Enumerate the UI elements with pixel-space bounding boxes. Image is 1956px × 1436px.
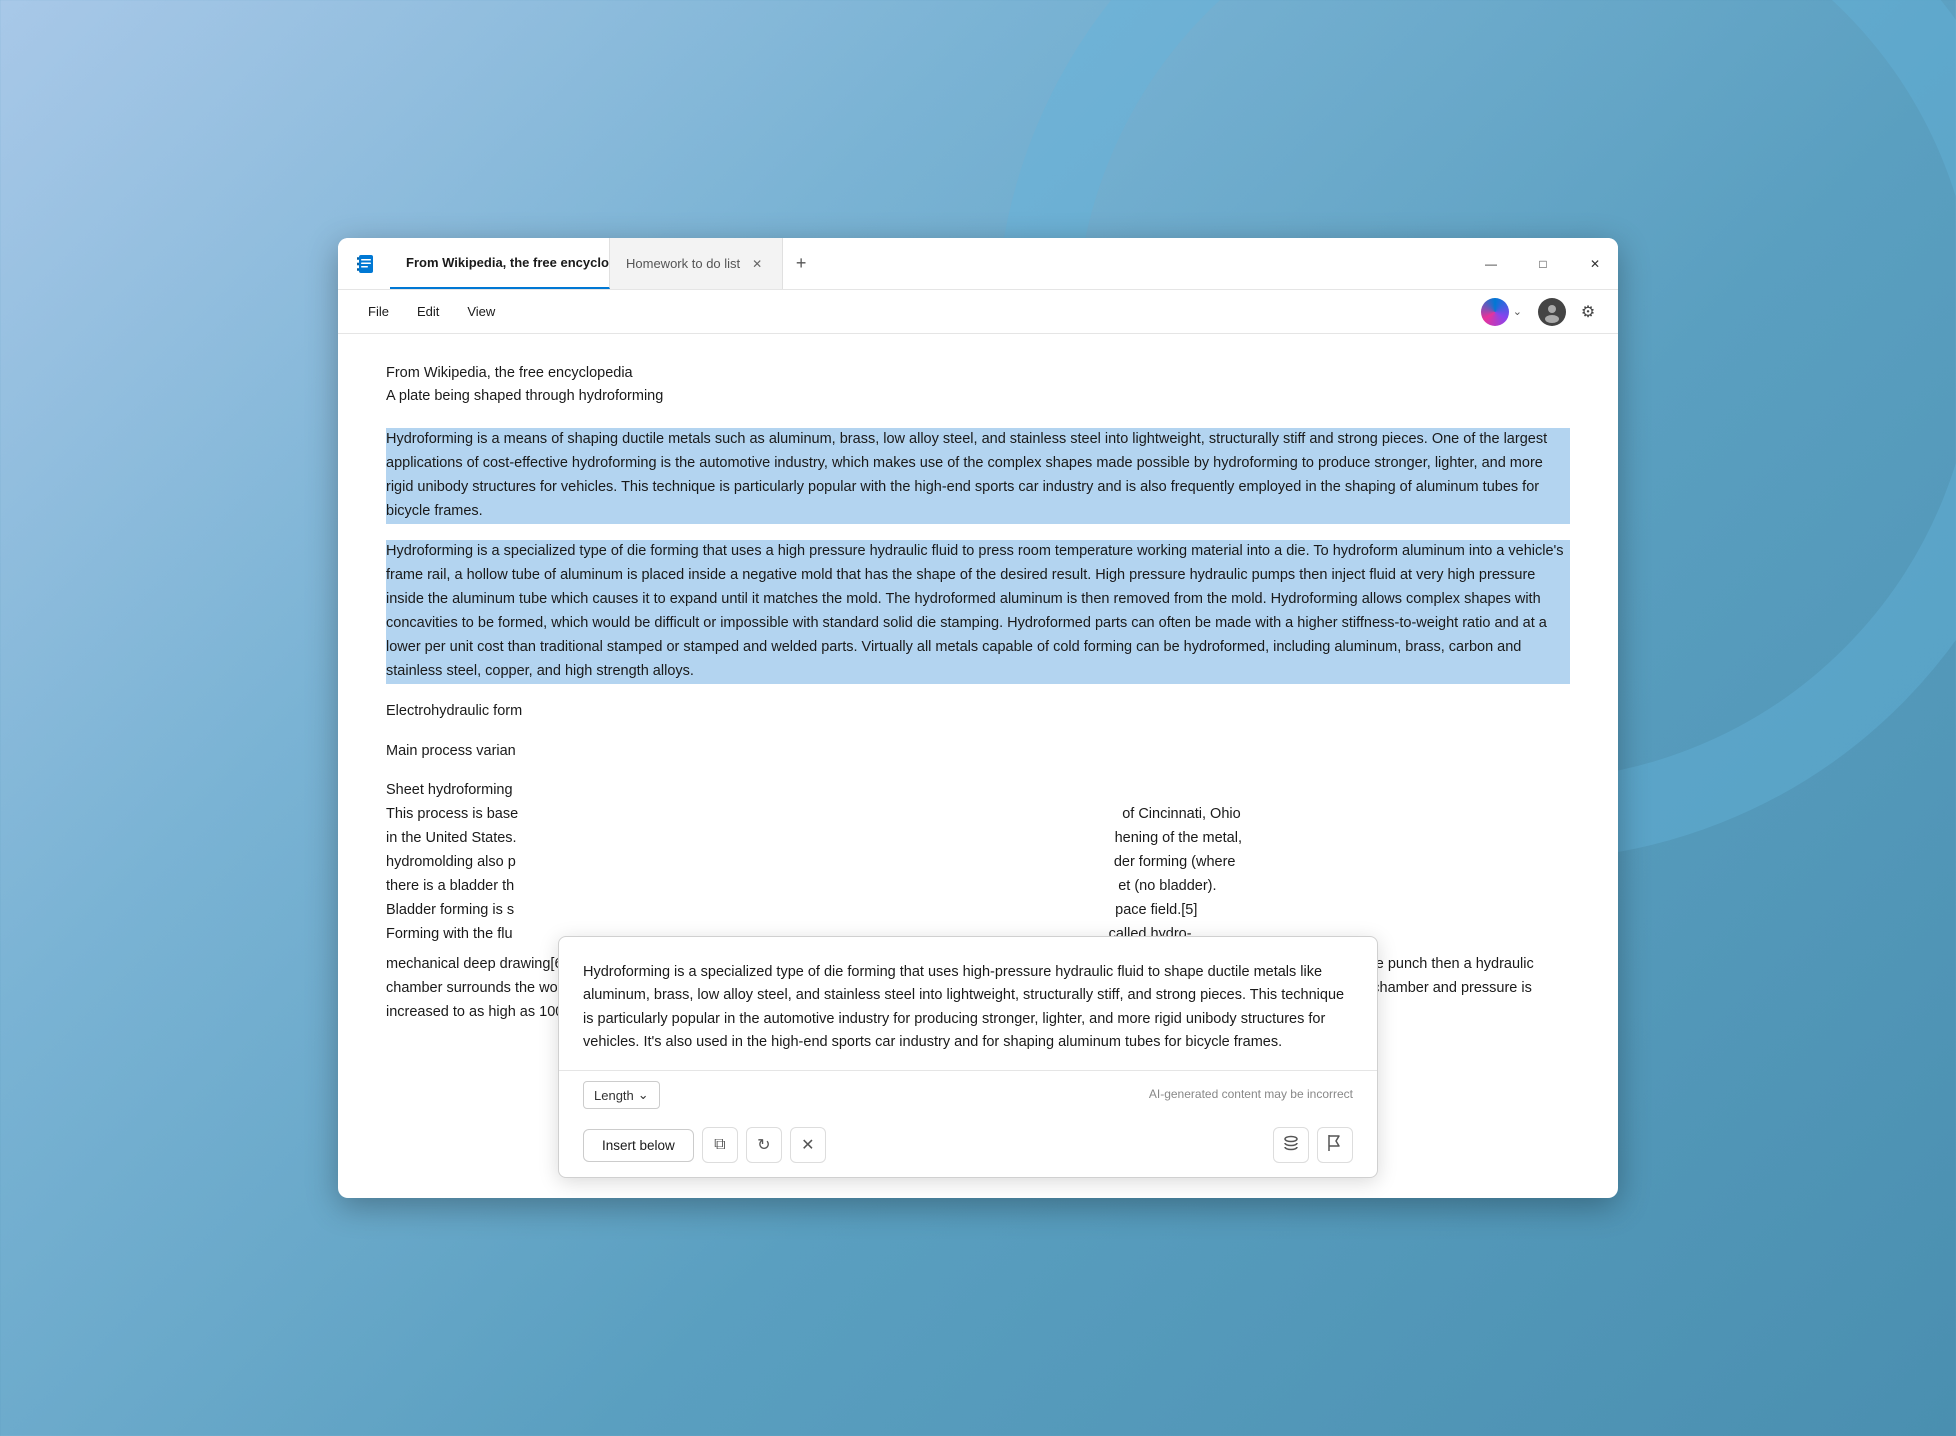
partial-lines-3to9: Sheet hydroforming This process is base … xyxy=(386,779,1570,946)
ai-popup-footer: Length ⌄ AI-generated content may be inc… xyxy=(559,1070,1377,1119)
tabs-area: From Wikipedia, the free encyclop Homewo… xyxy=(390,238,1468,289)
ai-popup-actions: Insert below ⧉ ↻ ✕ xyxy=(559,1119,1377,1177)
para2-selected-text: Hydroforming is a specialized type of di… xyxy=(386,540,1570,684)
menu-view[interactable]: View xyxy=(453,298,509,325)
right-icons-group xyxy=(1273,1127,1353,1163)
flag-icon xyxy=(1327,1134,1343,1157)
user-avatar[interactable] xyxy=(1538,298,1566,326)
insert-below-button[interactable]: Insert below xyxy=(583,1129,694,1162)
partial-suffix6: der forming (where xyxy=(1114,854,1236,870)
header-line2: A plate being shaped through hydroformin… xyxy=(386,385,1570,408)
partial-text-4: This process is base xyxy=(386,806,518,822)
title-bar: From Wikipedia, the free encyclop Homewo… xyxy=(338,238,1618,290)
partial-text-5: in the United States. xyxy=(386,830,517,846)
partial-line2: Main process varian xyxy=(386,740,1570,764)
document-content: From Wikipedia, the free encyclopedia A … xyxy=(338,334,1618,1198)
copy-icon: ⧉ xyxy=(714,1136,725,1154)
app-icon xyxy=(350,248,382,280)
paragraph-2: Hydroforming is a specialized type of di… xyxy=(386,540,1570,684)
doc-header: From Wikipedia, the free encyclopedia A … xyxy=(386,362,1570,408)
window-controls: — □ ✕ xyxy=(1468,238,1618,289)
regenerate-button[interactable]: ↻ xyxy=(746,1127,782,1163)
main-window: From Wikipedia, the free encyclop Homewo… xyxy=(338,238,1618,1198)
length-label: Length xyxy=(594,1088,634,1103)
length-button[interactable]: Length ⌄ xyxy=(583,1081,660,1109)
stack-button[interactable] xyxy=(1273,1127,1309,1163)
copilot-icon xyxy=(1481,298,1509,326)
insert-below-label: Insert below xyxy=(602,1138,675,1153)
maximize-button[interactable]: □ xyxy=(1520,238,1566,289)
ai-popup: Hydroforming is a specialized type of di… xyxy=(558,936,1378,1178)
tab-homework-close[interactable]: ✕ xyxy=(748,255,766,273)
close-icon: ✕ xyxy=(1590,257,1600,271)
ai-disclaimer-text: AI-generated content may be incorrect xyxy=(1149,1085,1353,1104)
copilot-chevron: ⌄ xyxy=(1513,305,1522,318)
para1-selected-text: Hydroforming is a means of shaping ducti… xyxy=(386,428,1570,524)
partial-suffix7: et (no bladder). xyxy=(1118,878,1216,894)
menu-edit[interactable]: Edit xyxy=(403,298,453,325)
tab-homework[interactable]: Homework to do list ✕ xyxy=(610,238,783,289)
menu-file[interactable]: File xyxy=(354,298,403,325)
partial-text-6: hydromolding also p xyxy=(386,854,516,870)
regenerate-icon: ↻ xyxy=(757,1135,770,1155)
header-line1: From Wikipedia, the free encyclopedia xyxy=(386,362,1570,385)
tab-wikipedia-label: From Wikipedia, the free encyclop xyxy=(406,255,610,270)
partial-line1: Electrohydraulic form xyxy=(386,700,1570,724)
length-chevron-icon: ⌄ xyxy=(638,1087,649,1103)
maximize-icon: □ xyxy=(1539,257,1546,271)
partial-text-7: there is a bladder th xyxy=(386,878,514,894)
tab-homework-label: Homework to do list xyxy=(626,256,740,271)
settings-icon[interactable]: ⚙ xyxy=(1574,298,1602,326)
menu-bar: File Edit View ⌄ ⚙ xyxy=(338,290,1618,334)
flag-button[interactable] xyxy=(1317,1127,1353,1163)
stack-icon xyxy=(1282,1134,1300,1157)
minimize-icon: — xyxy=(1485,257,1497,271)
paragraph-1: Hydroforming is a means of shaping ducti… xyxy=(386,428,1570,524)
copilot-button[interactable]: ⌄ xyxy=(1473,294,1530,330)
tab-add-label: + xyxy=(796,253,807,274)
partial-text-9: Forming with the flu xyxy=(386,926,513,942)
copy-button[interactable]: ⧉ xyxy=(702,1127,738,1163)
partial-suffix8: pace field.[5] xyxy=(1115,902,1197,918)
menu-right-area: ⌄ ⚙ xyxy=(1473,294,1602,330)
partial-suffix5: hening of the metal, xyxy=(1115,830,1242,846)
partial-suffix4: of Cincinnati, Ohio xyxy=(1122,806,1240,822)
close-button[interactable]: ✕ xyxy=(1572,238,1618,289)
ai-generated-text: Hydroforming is a specialized type of di… xyxy=(583,964,1344,1050)
partial-text-3: Sheet hydroforming xyxy=(386,782,513,798)
dismiss-button[interactable]: ✕ xyxy=(790,1127,826,1163)
partial-text-2: Main process varian xyxy=(386,743,516,759)
ai-popup-text: Hydroforming is a specialized type of di… xyxy=(559,937,1377,1070)
tab-wikipedia[interactable]: From Wikipedia, the free encyclop xyxy=(390,238,610,289)
partial-text-1: Electrohydraulic form xyxy=(386,703,522,719)
partial-text-8: Bladder forming is s xyxy=(386,902,514,918)
close-icon: ✕ xyxy=(801,1135,814,1155)
tab-add-button[interactable]: + xyxy=(783,238,819,289)
minimize-button[interactable]: — xyxy=(1468,238,1514,289)
